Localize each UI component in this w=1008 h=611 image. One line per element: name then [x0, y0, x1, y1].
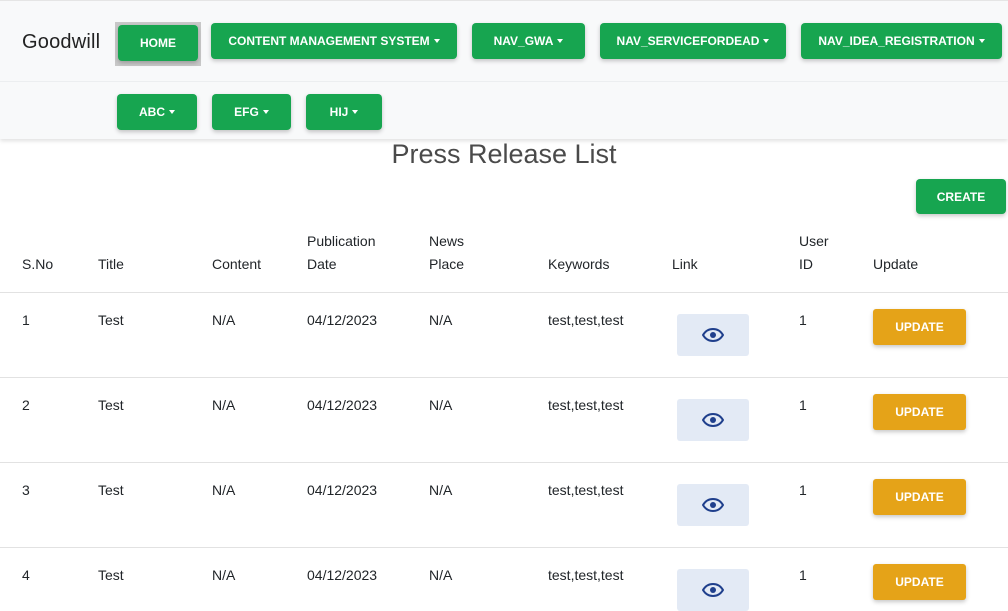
- header-publication-line1: Publication: [307, 233, 376, 249]
- cell-place: N/A: [429, 567, 453, 583]
- nav-efg-label: EFG: [234, 105, 259, 119]
- header-link: Link: [672, 256, 698, 272]
- header-sno: S.No: [22, 256, 54, 272]
- eye-icon: [702, 583, 724, 597]
- page-title: Press Release List: [391, 139, 617, 169]
- header-title: Title: [98, 256, 124, 272]
- cell-date: 04/12/2023: [307, 397, 378, 413]
- cell-date: 04/12/2023: [307, 482, 378, 498]
- cell-title: Test: [98, 312, 124, 328]
- cell-title: Test: [98, 567, 124, 583]
- brand-name[interactable]: Goodwill: [22, 31, 100, 54]
- cell-user-id: 1: [799, 482, 807, 498]
- nav-cms-dropdown[interactable]: CONTENT MANAGEMENT SYSTEM: [211, 23, 457, 59]
- cell-sno: 2: [22, 397, 30, 413]
- cell-sno: 4: [22, 567, 30, 583]
- row-divider: [0, 377, 1008, 378]
- nav-abc-dropdown[interactable]: ABC: [117, 94, 197, 130]
- cell-place: N/A: [429, 397, 453, 413]
- navbar-divider: [0, 81, 1008, 82]
- cell-sno: 1: [22, 312, 30, 328]
- cell-place: N/A: [429, 482, 453, 498]
- cell-keywords: test,test,test: [548, 312, 624, 328]
- eye-icon: [702, 413, 724, 427]
- view-link-button[interactable]: [677, 484, 749, 526]
- cell-date: 04/12/2023: [307, 567, 378, 583]
- row-divider: [0, 292, 1008, 293]
- update-button[interactable]: UPDATE: [873, 309, 966, 345]
- nav-efg-dropdown[interactable]: EFG: [212, 94, 291, 130]
- cell-title: Test: [98, 397, 124, 413]
- cell-user-id: 1: [799, 397, 807, 413]
- nav-home-label: HOME: [140, 36, 176, 50]
- caret-down-icon: [352, 110, 359, 114]
- cell-content: N/A: [212, 312, 236, 328]
- update-button[interactable]: UPDATE: [873, 564, 966, 600]
- nav-abc-label: ABC: [139, 105, 165, 119]
- nav-hij-dropdown[interactable]: HIJ: [306, 94, 382, 130]
- eye-icon: [702, 498, 724, 512]
- cell-content: N/A: [212, 567, 236, 583]
- cell-sno: 3: [22, 482, 30, 498]
- header-keywords: Keywords: [548, 256, 610, 272]
- nav-idea-label: NAV_IDEA_REGISTRATION: [818, 34, 975, 48]
- header-publication-line2: Date: [307, 256, 337, 272]
- cell-date: 04/12/2023: [307, 312, 378, 328]
- update-button[interactable]: UPDATE: [873, 394, 966, 430]
- nav-service-dropdown[interactable]: NAV_SERVICEFORDEAD: [600, 23, 786, 59]
- view-link-button[interactable]: [677, 399, 749, 441]
- row-divider: [0, 547, 1008, 548]
- nav-idea-dropdown[interactable]: NAV_IDEA_REGISTRATION: [801, 23, 1002, 59]
- header-user-line2: ID: [799, 256, 813, 272]
- header-news-line2: Place: [429, 256, 465, 272]
- caret-down-icon: [763, 39, 770, 43]
- nav-gwa-dropdown[interactable]: NAV_GWA: [472, 23, 585, 59]
- caret-down-icon: [262, 110, 269, 114]
- nav-hij-label: HIJ: [329, 105, 349, 119]
- cell-user-id: 1: [799, 567, 807, 583]
- view-link-button[interactable]: [677, 569, 749, 611]
- nav-cms-label: CONTENT MANAGEMENT SYSTEM: [228, 34, 430, 48]
- header-content: Content: [212, 256, 262, 272]
- caret-down-icon: [978, 39, 985, 43]
- cell-keywords: test,test,test: [548, 567, 624, 583]
- cell-user-id: 1: [799, 312, 807, 328]
- create-button[interactable]: CREATE: [916, 179, 1006, 214]
- cell-content: N/A: [212, 482, 236, 498]
- header-news-line1: News: [429, 233, 465, 249]
- nav-home-button[interactable]: HOME: [118, 25, 198, 61]
- cell-keywords: test,test,test: [548, 397, 624, 413]
- update-button[interactable]: UPDATE: [873, 479, 966, 515]
- cell-content: N/A: [212, 397, 236, 413]
- view-link-button[interactable]: [677, 314, 749, 356]
- navbar: Goodwill HOME CONTENT MANAGEMENT SYSTEM …: [0, 0, 1008, 139]
- cell-place: N/A: [429, 312, 453, 328]
- nav-service-label: NAV_SERVICEFORDEAD: [616, 34, 760, 48]
- eye-icon: [702, 328, 724, 342]
- cell-title: Test: [98, 482, 124, 498]
- row-divider: [0, 462, 1008, 463]
- caret-down-icon: [169, 110, 175, 114]
- nav-gwa-label: NAV_GWA: [493, 34, 554, 48]
- cell-keywords: test,test,test: [548, 482, 624, 498]
- header-user-line1: User: [799, 233, 829, 249]
- header-update: Update: [873, 256, 919, 272]
- caret-down-icon: [433, 39, 440, 43]
- caret-down-icon: [557, 39, 564, 43]
